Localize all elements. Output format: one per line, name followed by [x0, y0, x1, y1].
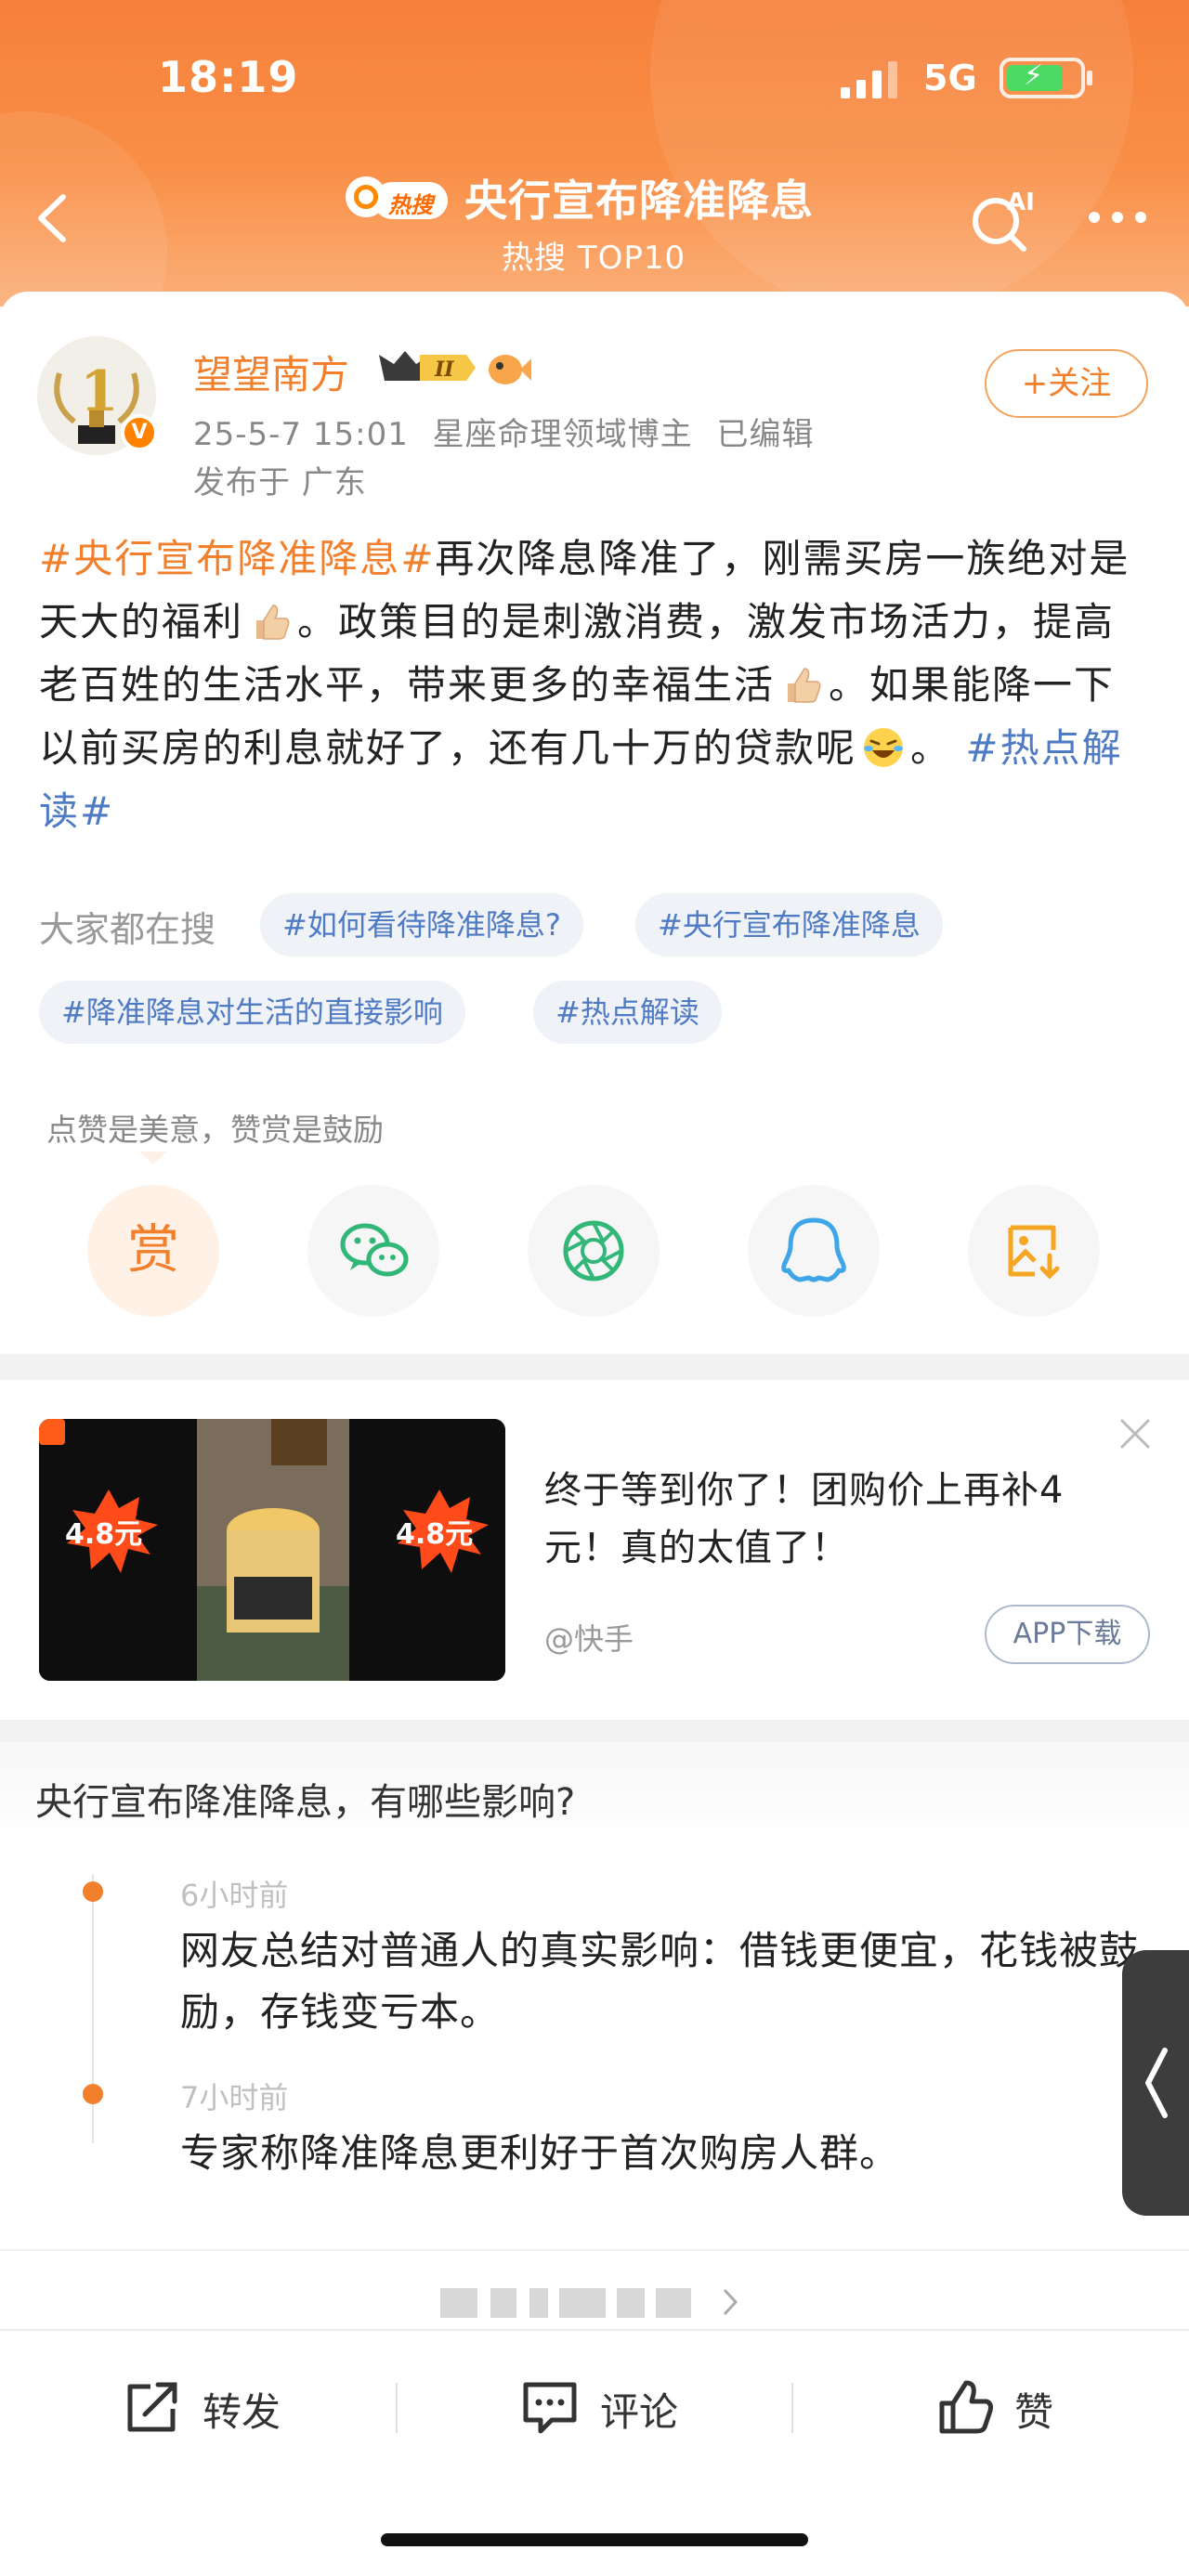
post-field: 星座命理领域博主	[432, 416, 693, 453]
timeline-title[interactable]: 央行宣布降准降息，有哪些影响?	[35, 1772, 575, 1826]
app-download-button[interactable]: APP下载	[985, 1605, 1150, 1664]
svg-text:II: II	[434, 358, 454, 382]
like-icon[interactable]	[936, 2377, 996, 2437]
ad-image[interactable]: 4.8元 4.8元	[39, 1419, 505, 1681]
timeline-dot	[83, 2084, 103, 2104]
share-qq-button[interactable]	[748, 1185, 880, 1317]
post-content: #央行宣布降准降息#再次降息降准了，刚需买房一族绝对是天大的福利 。政策目的是刺激…	[39, 527, 1154, 843]
follow-button[interactable]: +关注	[985, 349, 1148, 418]
blurred-text-placeholder	[440, 2288, 691, 2318]
ai-search-icon[interactable]: AI	[966, 184, 1037, 254]
share-moments-button[interactable]	[528, 1185, 660, 1317]
svg-text:AI: AI	[1007, 189, 1035, 216]
chevron-left-icon	[1145, 2048, 1168, 2118]
qq-icon	[781, 1217, 846, 1282]
section-divider	[0, 1720, 1189, 1742]
reward-button[interactable]: 赏	[87, 1185, 219, 1317]
svg-text:1: 1	[80, 359, 119, 424]
edited-label: 已编辑	[716, 416, 815, 453]
hot-search-badge: 热搜	[346, 175, 448, 223]
comment-icon[interactable]	[520, 2377, 580, 2437]
status-time: 18:19	[158, 52, 299, 102]
wechat-icon	[340, 1223, 409, 1277]
post-location: 发布于 广东	[193, 464, 367, 501]
battery-icon: ⚡	[1000, 58, 1092, 98]
thumbs-up-emoji-icon	[256, 605, 290, 640]
action-divider	[791, 2383, 793, 2433]
ad-source: @快手	[544, 1621, 634, 1657]
search-chip[interactable]: #如何看待降准降息?	[260, 893, 583, 956]
verified-badge-icon: V	[121, 414, 158, 451]
save-image-button[interactable]	[968, 1185, 1100, 1317]
network-type: 5G	[923, 58, 977, 98]
search-chip[interactable]: #央行宣布降准降息	[635, 893, 943, 956]
timeline-time: 7小时前	[180, 2080, 289, 2115]
username[interactable]: 望望南方	[193, 344, 349, 400]
save-image-icon	[1008, 1225, 1060, 1280]
signal-icon	[841, 61, 897, 98]
post-time: 25-5-7 15:01	[193, 416, 409, 453]
section-divider	[0, 1354, 1189, 1380]
hashtag-link[interactable]: #央行宣布降准降息#	[39, 536, 435, 581]
search-chip[interactable]: #热点解读	[533, 981, 722, 1044]
ad-price-tag: 4.8元	[65, 1518, 142, 1551]
everyone-searching-label: 大家都在搜	[39, 909, 216, 950]
timeline-item[interactable]: 网友总结对普通人的真实影响：借钱更便宜，花钱被鼓励，存钱变亏本。	[180, 1920, 1141, 2043]
post-meta: 25-5-7 15:01 星座命理领域博主 已编辑	[193, 409, 814, 454]
repost-button[interactable]: 转发	[203, 2381, 281, 2438]
like-button[interactable]: 赞	[1014, 2381, 1053, 2438]
reward-icon: 赏	[127, 1220, 179, 1281]
hint-arrow-icon	[139, 1151, 167, 1164]
action-divider	[396, 2383, 398, 2433]
thumbs-up-emoji-icon	[788, 668, 821, 703]
hot-search-label: 热搜	[388, 192, 433, 218]
close-icon[interactable]	[1118, 1417, 1152, 1451]
laughing-tears-emoji-icon	[864, 728, 904, 767]
post-text: 。	[910, 725, 966, 771]
timeline-item[interactable]: 专家称降准降息更利好于首次购房人群。	[180, 2123, 1109, 2184]
ad-text[interactable]: 终于等到你了！团购价上再补4元！真的太值了！	[544, 1462, 1139, 1577]
chevron-right-icon[interactable]	[721, 2286, 739, 2318]
section-divider	[0, 2249, 1189, 2251]
home-indicator	[381, 2533, 808, 2546]
page-title: 央行宣布降准降息	[464, 176, 814, 226]
timeline-time: 6小时前	[180, 1878, 289, 1913]
search-chip[interactable]: #降准降息对生活的直接影响	[39, 981, 465, 1044]
reward-hint: 点赞是美意，赞赏是鼓励	[46, 1112, 384, 1148]
repost-icon[interactable]	[123, 2377, 182, 2437]
comment-button[interactable]: 评论	[600, 2381, 678, 2438]
side-drawer-tab[interactable]	[1122, 1950, 1189, 2216]
fish-icon	[489, 355, 531, 384]
ad-price-tag: 4.8元	[396, 1518, 473, 1551]
timeline-dot	[83, 1881, 103, 1902]
more-icon[interactable]	[1085, 206, 1150, 228]
back-arrow-icon[interactable]	[28, 186, 84, 251]
page-subtitle[interactable]: 热搜 TOP10	[502, 232, 686, 278]
level-badge-icon: II	[379, 351, 476, 382]
share-wechat-button[interactable]	[307, 1185, 439, 1317]
moments-icon	[563, 1220, 624, 1281]
